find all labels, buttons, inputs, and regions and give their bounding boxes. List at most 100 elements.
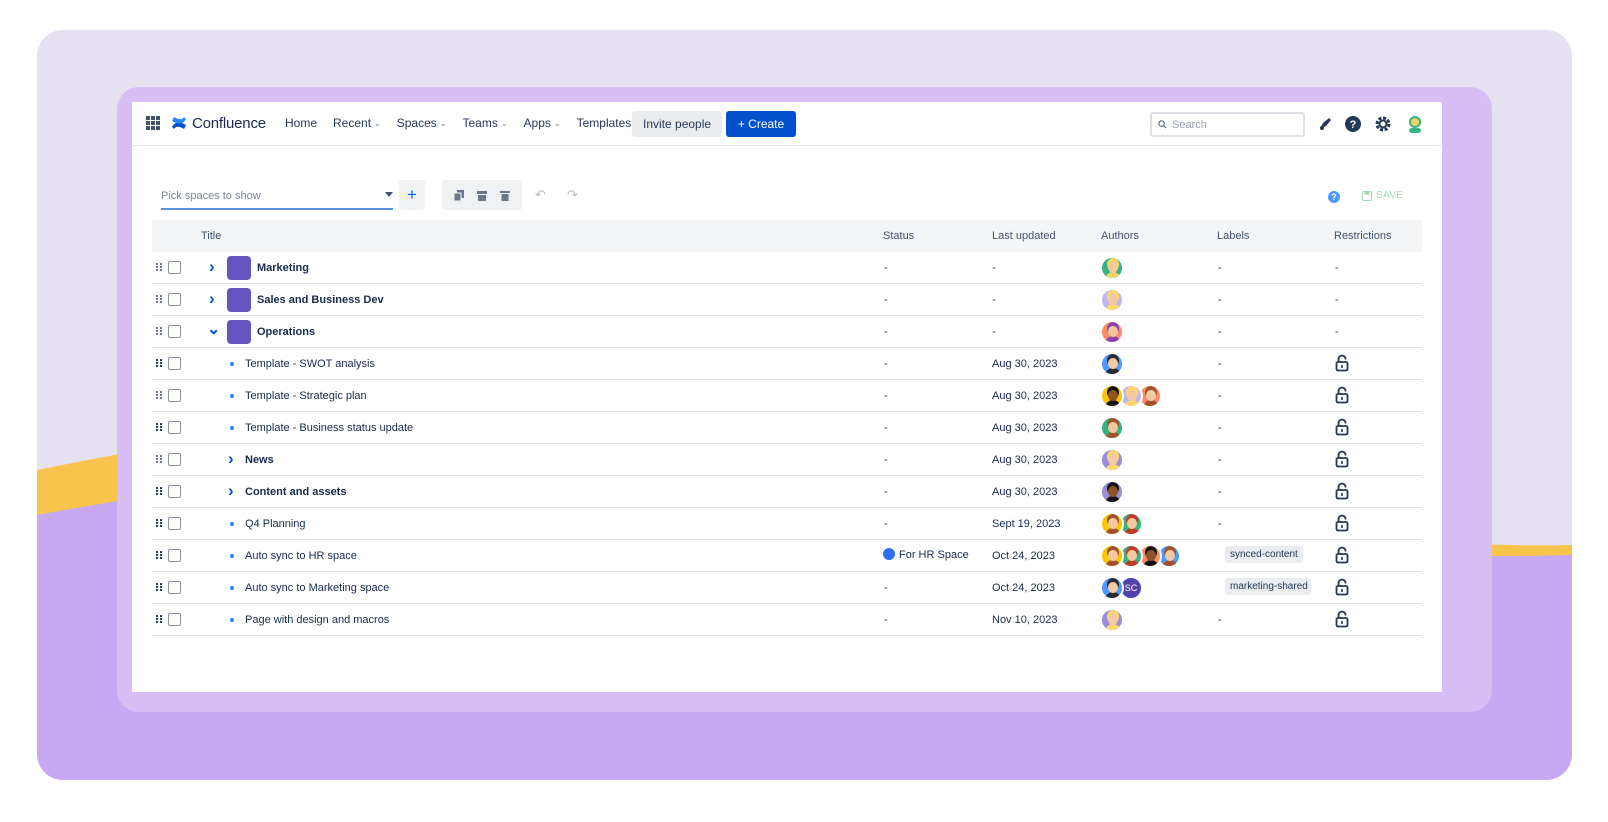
help-icon[interactable]: ?: [1328, 191, 1340, 203]
row-checkbox[interactable]: [168, 389, 181, 402]
row-checkbox[interactable]: [168, 293, 181, 306]
author-avatar[interactable]: [1100, 576, 1124, 600]
unlocked-icon[interactable]: [1335, 482, 1349, 500]
confluence-logo[interactable]: Confluence: [170, 114, 266, 132]
unlocked-icon[interactable]: [1335, 354, 1349, 372]
drag-handle-icon[interactable]: [156, 263, 162, 271]
authors-avatar-group[interactable]: [1100, 352, 1124, 376]
table-row[interactable]: Template - Business status update - Aug 30…: [152, 412, 1422, 444]
page-title-link[interactable]: Page with design and macros: [245, 614, 389, 626]
copy-icon[interactable]: [454, 189, 465, 201]
nav-item-teams[interactable]: Teams ⌄: [462, 116, 507, 130]
drag-handle-icon[interactable]: [156, 615, 162, 623]
table-row[interactable]: › Sales and Business Dev - - - -: [152, 284, 1422, 316]
authors-avatar-group[interactable]: [1100, 512, 1143, 536]
search-input[interactable]: Search: [1150, 112, 1305, 137]
author-avatar[interactable]: [1100, 480, 1124, 504]
unlocked-icon[interactable]: [1335, 386, 1349, 404]
unlocked-icon[interactable]: [1335, 610, 1349, 628]
row-checkbox[interactable]: [168, 517, 181, 530]
page-title-link[interactable]: Template - Strategic plan: [245, 390, 367, 402]
authors-avatar-group[interactable]: [1100, 416, 1124, 440]
profile-avatar-icon[interactable]: [1405, 114, 1425, 134]
row-checkbox[interactable]: [168, 325, 181, 338]
add-space-button[interactable]: +: [399, 180, 425, 210]
author-avatar[interactable]: [1100, 288, 1124, 312]
row-checkbox[interactable]: [168, 549, 181, 562]
gear-icon[interactable]: [1373, 114, 1393, 134]
label-chip[interactable]: marketing-shared: [1225, 578, 1311, 595]
save-button[interactable]: SAVE: [1362, 190, 1403, 201]
page-title-link[interactable]: Marketing: [257, 262, 309, 274]
page-title-link[interactable]: Operations: [257, 326, 315, 338]
help-icon[interactable]: ?: [1343, 114, 1363, 134]
row-checkbox[interactable]: [168, 357, 181, 370]
table-row[interactable]: › Content and assets - Aug 30, 2023 -: [152, 476, 1422, 508]
chevron-right-icon[interactable]: ›: [209, 257, 215, 277]
author-avatar[interactable]: [1100, 448, 1124, 472]
author-avatar[interactable]: [1100, 384, 1124, 408]
chevron-right-icon[interactable]: ›: [228, 481, 234, 501]
page-title-link[interactable]: Content and assets: [245, 486, 346, 498]
author-avatar[interactable]: [1100, 352, 1124, 376]
redo-icon[interactable]: ↷: [567, 187, 578, 203]
unlocked-icon[interactable]: [1335, 514, 1349, 532]
unlocked-icon[interactable]: [1335, 418, 1349, 436]
table-row[interactable]: Auto sync to Marketing space - Oct 24, 202…: [152, 572, 1422, 604]
nav-item-home[interactable]: Home: [285, 116, 317, 130]
table-row[interactable]: Q4 Planning - Sept 19, 2023 -: [152, 508, 1422, 540]
page-title-link[interactable]: Sales and Business Dev: [257, 294, 384, 306]
page-title-link[interactable]: Q4 Planning: [245, 518, 306, 530]
nav-item-recent[interactable]: Recent ⌄: [333, 116, 381, 130]
authors-avatar-group[interactable]: [1100, 384, 1162, 408]
column-header-restrictions[interactable]: Restrictions: [1334, 230, 1391, 242]
authors-avatar-group[interactable]: [1100, 256, 1124, 280]
app-switcher-grid-icon[interactable]: [146, 116, 160, 130]
caret-down-icon[interactable]: [385, 192, 393, 197]
authors-avatar-group[interactable]: [1100, 544, 1181, 568]
row-checkbox[interactable]: [168, 613, 181, 626]
drag-handle-icon[interactable]: [156, 583, 162, 591]
author-avatar[interactable]: [1100, 256, 1124, 280]
page-title-link[interactable]: Template - SWOT analysis: [245, 358, 375, 370]
invite-people-button[interactable]: Invite people: [632, 111, 723, 137]
author-avatar[interactable]: [1100, 320, 1124, 344]
table-row[interactable]: › News - Aug 30, 2023 -: [152, 444, 1422, 476]
row-checkbox[interactable]: [168, 485, 181, 498]
drag-handle-icon[interactable]: [156, 455, 162, 463]
space-picker-input[interactable]: Pick spaces to show: [161, 182, 393, 210]
drag-handle-icon[interactable]: [156, 295, 162, 303]
chevron-right-icon[interactable]: ›: [228, 449, 234, 469]
drag-handle-icon[interactable]: [156, 551, 162, 559]
page-title-link[interactable]: Auto sync to HR space: [245, 550, 357, 562]
unlocked-icon[interactable]: [1335, 578, 1349, 596]
column-header-status[interactable]: Status: [883, 230, 914, 242]
drag-handle-icon[interactable]: [156, 487, 162, 495]
authors-avatar-group[interactable]: [1100, 320, 1124, 344]
drag-handle-icon[interactable]: [156, 519, 162, 527]
nav-item-spaces[interactable]: Spaces ⌄: [397, 116, 447, 130]
archive-icon[interactable]: [476, 190, 487, 201]
authors-avatar-group[interactable]: [1100, 480, 1124, 504]
create-button[interactable]: + Create: [726, 111, 796, 137]
author-avatar[interactable]: [1100, 512, 1124, 536]
unlocked-icon[interactable]: [1335, 546, 1349, 564]
authors-avatar-group[interactable]: [1100, 288, 1124, 312]
author-avatar[interactable]: [1100, 608, 1124, 632]
page-title-link[interactable]: Auto sync to Marketing space: [245, 582, 389, 594]
table-row[interactable]: Page with design and macros - Nov 10, 2023…: [152, 604, 1422, 636]
unlocked-icon[interactable]: [1335, 450, 1349, 468]
drag-handle-icon[interactable]: [156, 327, 162, 335]
table-row[interactable]: › Marketing - - - -: [152, 252, 1422, 284]
table-row[interactable]: Auto sync to HR space For HR Space Oct 24,…: [152, 540, 1422, 572]
rocket-icon[interactable]: [1315, 114, 1335, 134]
table-row[interactable]: Template - SWOT analysis - Aug 30, 2023 -: [152, 348, 1422, 380]
nav-item-apps[interactable]: Apps ⌄: [524, 116, 561, 130]
drag-handle-icon[interactable]: [156, 391, 162, 399]
page-title-link[interactable]: Template - Business status update: [245, 422, 413, 434]
nav-item-templates[interactable]: Templates: [577, 116, 632, 130]
authors-avatar-group[interactable]: SC: [1100, 576, 1143, 600]
row-checkbox[interactable]: [168, 581, 181, 594]
column-header-labels[interactable]: Labels: [1217, 230, 1249, 242]
page-title-link[interactable]: News: [245, 454, 274, 466]
